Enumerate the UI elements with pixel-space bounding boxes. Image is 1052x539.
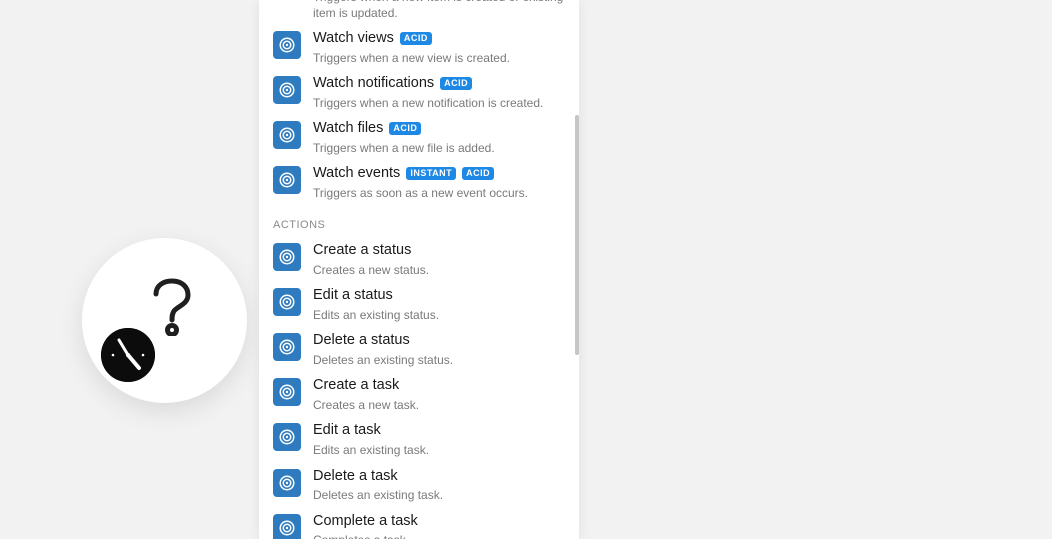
item-title: Delete a task bbox=[313, 467, 398, 486]
item-description: Triggers when a new view is created. bbox=[313, 50, 565, 66]
app-icon bbox=[273, 333, 301, 361]
badge-acid: ACID bbox=[462, 167, 494, 180]
item-title-row: Create a task bbox=[313, 376, 565, 395]
item-title: Watch notifications bbox=[313, 74, 434, 93]
item-description: Edits an existing task. bbox=[313, 442, 565, 458]
item-description: Creates a new task. bbox=[313, 397, 565, 413]
item-description: Deletes an existing task. bbox=[313, 487, 565, 503]
item-description: Triggers when a new notification is crea… bbox=[313, 95, 565, 111]
clock-icon[interactable] bbox=[101, 328, 155, 382]
item-title: Create a task bbox=[313, 376, 399, 395]
item-description: Creates a new status. bbox=[313, 262, 565, 278]
item-title: Watch files bbox=[313, 119, 383, 138]
app-icon bbox=[273, 423, 301, 451]
item-text: Create a task Creates a new task. bbox=[301, 376, 565, 413]
item-title-row: Watch files ACID bbox=[313, 119, 565, 138]
module-list: Watch itemsACIDTriggers when a new item … bbox=[259, 0, 579, 539]
item-text: Watch views ACID Triggers when a new view … bbox=[301, 29, 565, 66]
app-icon bbox=[273, 378, 301, 406]
trigger-item[interactable]: Watch views ACID Triggers when a new view … bbox=[259, 25, 579, 70]
item-title: Edit a status bbox=[313, 286, 393, 305]
action-item[interactable]: Edit a task Edits an existing task. bbox=[259, 417, 579, 462]
item-title: Delete a status bbox=[313, 331, 410, 350]
badge-instant: INSTANT bbox=[406, 167, 456, 180]
trigger-item[interactable]: Watch events INSTANT ACID Triggers as soon … bbox=[259, 160, 579, 205]
badge-acid: ACID bbox=[440, 77, 472, 90]
scrollbar-thumb[interactable] bbox=[575, 115, 579, 355]
trigger-item[interactable]: Watch itemsACIDTriggers when a new item … bbox=[259, 0, 579, 25]
item-description: Completes a task. bbox=[313, 532, 565, 539]
app-icon bbox=[273, 243, 301, 271]
item-title: Watch views bbox=[313, 29, 394, 48]
item-description: Triggers when a new item is created or e… bbox=[313, 0, 565, 21]
item-title-row: Create a status bbox=[313, 241, 565, 260]
app-icon bbox=[273, 514, 301, 539]
item-title-row: Watch notifications ACID bbox=[313, 74, 565, 93]
item-title: Watch events bbox=[313, 164, 400, 183]
action-item[interactable]: Create a task Creates a new task. bbox=[259, 372, 579, 417]
item-title: Edit a task bbox=[313, 421, 381, 440]
action-item[interactable]: Delete a taskDeletes an existing task. bbox=[259, 463, 579, 508]
item-title: Complete a task bbox=[313, 512, 418, 531]
item-title-row: Delete a status bbox=[313, 331, 565, 350]
action-item[interactable]: Complete a taskCompletes a task. bbox=[259, 508, 579, 539]
item-text: Watch notifications ACID Triggers when a n… bbox=[301, 74, 565, 111]
action-item[interactable]: Create a status Creates a new status. bbox=[259, 237, 579, 282]
action-item[interactable]: Edit a status Edits an existing status. bbox=[259, 282, 579, 327]
actions-section-header: ACTIONS bbox=[259, 205, 579, 237]
item-text: Edit a task Edits an existing task. bbox=[301, 421, 565, 458]
app-icon bbox=[273, 121, 301, 149]
badge-acid: ACID bbox=[389, 122, 421, 135]
app-icon bbox=[273, 76, 301, 104]
item-text: Watch itemsACIDTriggers when a new item … bbox=[301, 0, 565, 21]
item-description: Triggers when a new file is added. bbox=[313, 140, 565, 156]
item-text: Create a status Creates a new status. bbox=[301, 241, 565, 278]
item-text: Edit a status Edits an existing status. bbox=[301, 286, 565, 323]
help-clock-widget bbox=[82, 238, 247, 403]
item-text: Delete a taskDeletes an existing task. bbox=[301, 467, 565, 504]
action-item[interactable]: Delete a status Deletes an existing statu… bbox=[259, 327, 579, 372]
item-description: Triggers as soon as a new event occurs. bbox=[313, 185, 565, 201]
item-title-row: Watch views ACID bbox=[313, 29, 565, 48]
item-description: Edits an existing status. bbox=[313, 307, 565, 323]
app-icon bbox=[273, 469, 301, 497]
badge-acid: ACID bbox=[400, 32, 432, 45]
item-text: Watch events INSTANT ACID Triggers as soon … bbox=[301, 164, 565, 201]
item-title-row: Edit a task bbox=[313, 421, 565, 440]
app-icon bbox=[273, 31, 301, 59]
item-title-row: Complete a task bbox=[313, 512, 565, 531]
trigger-item[interactable]: Watch files ACID Triggers when a new file … bbox=[259, 115, 579, 160]
item-title-row: Watch events INSTANT ACID bbox=[313, 164, 565, 183]
question-mark-icon[interactable] bbox=[150, 278, 194, 339]
item-title-row: Edit a status bbox=[313, 286, 565, 305]
app-icon bbox=[273, 166, 301, 194]
app-icon bbox=[273, 288, 301, 316]
item-title: Create a status bbox=[313, 241, 411, 260]
trigger-item[interactable]: Watch notifications ACID Triggers when a n… bbox=[259, 70, 579, 115]
module-picker-panel: Watch itemsACIDTriggers when a new item … bbox=[259, 0, 579, 539]
item-title-row: Delete a task bbox=[313, 467, 565, 486]
item-description: Deletes an existing status. bbox=[313, 352, 565, 368]
scrollbar-track[interactable] bbox=[573, 0, 579, 539]
item-text: Complete a taskCompletes a task. bbox=[301, 512, 565, 539]
item-text: Watch files ACID Triggers when a new file … bbox=[301, 119, 565, 156]
item-text: Delete a status Deletes an existing statu… bbox=[301, 331, 565, 368]
